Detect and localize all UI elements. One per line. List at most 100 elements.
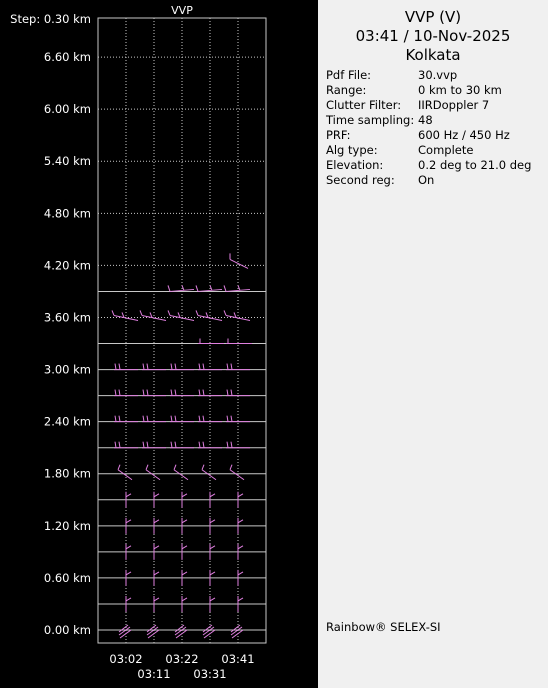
wind-barb-stroke: [170, 389, 173, 396]
info-row: Pdf File: 30.vvp: [326, 68, 531, 83]
wind-barb-stroke: [202, 624, 213, 633]
wind-barb-stroke: [118, 624, 129, 633]
y-tick-label: 1.80 km: [44, 467, 91, 481]
wind-barb-stroke: [170, 363, 173, 370]
wind-barb-stroke: [209, 493, 216, 498]
wind-barb-stroke: [181, 597, 188, 602]
info-row: Clutter Filter: IIRDoppler 7: [326, 98, 531, 113]
wind-barb-stroke: [209, 571, 216, 576]
wind-barb-stroke: [209, 285, 213, 291]
vvp-chart: VVP Step: 0.30 km 6.60 km 6.00 km 5.40 km 4.8…: [10, 4, 267, 681]
wind-barb-stroke: [237, 571, 244, 576]
wind-barb-stroke: [174, 624, 185, 633]
y-tick-label: 0.60 km: [44, 571, 91, 585]
wind-barb-stroke: [111, 310, 115, 316]
info-value: 600 Hz / 450 Hz: [418, 128, 510, 142]
wind-barb-stroke: [114, 363, 117, 370]
x-tick-label: 03:02: [109, 652, 142, 666]
wind-barb-stroke: [237, 597, 244, 602]
wind-barb-stroke: [226, 389, 229, 396]
wind-barb-stroke: [170, 441, 173, 448]
wind-barb-stroke: [181, 493, 188, 498]
info-table: Pdf File: 30.vvp Range: 0 km to 30 km Clut…: [326, 68, 531, 188]
wind-barb-stroke: [146, 363, 149, 370]
y-tick-label: Step: 0.30 km: [10, 12, 91, 26]
info-row: Alg type: Complete: [326, 143, 531, 158]
info-key: Clutter Filter:: [326, 98, 402, 112]
wind-barb-stroke: [174, 363, 177, 370]
wind-barb-stroke: [118, 363, 121, 370]
wind-barb-stroke: [146, 624, 157, 633]
wind-barb: [167, 285, 195, 292]
info-value: 0 km to 30 km: [418, 83, 502, 97]
wind-barb-stroke: [146, 415, 149, 422]
y-tick-label: 3.60 km: [44, 310, 91, 324]
wind-barb-stroke: [141, 314, 167, 321]
y-tick-label: 6.60 km: [44, 50, 91, 64]
wind-barb-stroke: [181, 571, 188, 576]
wind-barb-stroke: [209, 545, 216, 550]
info-value: IIRDoppler 7: [418, 98, 490, 112]
wind-barb-stroke: [201, 464, 205, 470]
info-row: PRF: 600 Hz / 450 Hz: [326, 128, 531, 143]
x-tick-label: 03:22: [165, 652, 198, 666]
wind-barb-stroke: [181, 519, 188, 524]
wind-barb-stroke: [237, 519, 244, 524]
wind-barb-stroke: [142, 389, 145, 396]
info-value: Complete: [418, 143, 474, 157]
x-tick-label: 03:41: [221, 652, 254, 666]
wind-barb-stroke: [174, 415, 177, 422]
wind-barb-stroke: [125, 519, 132, 524]
wind-barb-stroke: [209, 597, 216, 602]
y-tick-label: 1.20 km: [44, 519, 91, 533]
wind-barb: [173, 464, 189, 481]
wind-barb-stroke: [181, 545, 188, 550]
wind-barb-stroke: [202, 389, 205, 396]
wind-barb-stroke: [230, 415, 233, 422]
x-tick-label: 03:31: [193, 667, 226, 681]
info-key: Second reg:: [326, 173, 395, 187]
wind-barb-stroke: [226, 363, 229, 370]
wind-barb-stroke: [173, 469, 189, 481]
wind-barb-stroke: [117, 469, 133, 481]
wind-barb-stroke: [202, 441, 205, 448]
site-name: Kolkata: [405, 46, 461, 64]
wind-barb-stroke: [198, 363, 201, 370]
wind-barb: [229, 464, 245, 481]
wind-barb-stroke: [167, 310, 171, 316]
y-tick-label: 3.00 km: [44, 363, 91, 377]
info-value: On: [418, 173, 435, 187]
wind-barb-stroke: [114, 389, 117, 396]
panel-title: VVP (V) 03:41 / 10-Nov-2025 Kolkata: [318, 8, 548, 65]
wind-barb-stroke: [198, 441, 201, 448]
info-key: Pdf File:: [326, 68, 372, 82]
y-tick-label: 0.00 km: [44, 623, 91, 637]
wind-barb-stroke: [202, 363, 205, 370]
wind-barb: [139, 310, 167, 321]
wind-barb-stroke: [201, 469, 217, 481]
wind-barb-stroke: [230, 389, 233, 396]
wind-barb-stroke: [118, 389, 121, 396]
wind-barb-stroke: [145, 469, 161, 481]
wind-barb: [118, 624, 132, 639]
timestamp: 03:41 / 10-Nov-2025: [355, 27, 511, 45]
wind-barb: [226, 338, 252, 345]
vendor-footer: Rainbow® SELEX-SI: [326, 620, 441, 634]
wind-barb: [146, 624, 160, 639]
info-row: Time sampling: 48: [326, 113, 531, 128]
wind-barb-stroke: [174, 441, 177, 448]
info-key: Time sampling:: [326, 113, 415, 127]
y-tick-label: 4.80 km: [44, 206, 91, 220]
wind-barb-stroke: [153, 571, 160, 576]
info-value: 30.vvp: [418, 68, 458, 82]
wind-barb-stroke: [181, 285, 185, 291]
wind-barb: [167, 310, 195, 321]
wind-barb-stroke: [139, 310, 143, 316]
wind-barb-stroke: [153, 597, 160, 602]
info-panel: VVP (V) 03:41 / 10-Nov-2025 Kolkata Pdf …: [318, 0, 548, 688]
wind-barb-stroke: [230, 363, 233, 370]
wind-barb-stroke: [237, 493, 244, 498]
info-key: Elevation:: [326, 158, 384, 172]
chart-area: VVP Step: 0.30 km 6.60 km 6.00 km 5.40 km 4.8…: [0, 0, 318, 688]
y-tick-label: 4.20 km: [44, 258, 91, 272]
